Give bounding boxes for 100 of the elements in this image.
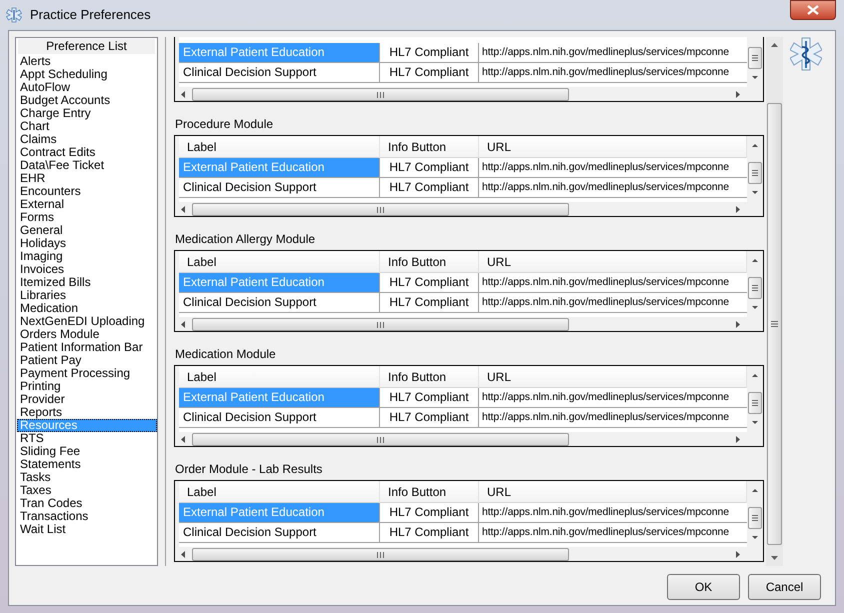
list-item[interactable]: Alerts xyxy=(17,55,157,68)
scroll-thumb[interactable] xyxy=(767,103,782,545)
list-item[interactable]: Sliding Fee xyxy=(17,445,157,458)
list-item[interactable]: External xyxy=(17,198,157,211)
list-item[interactable]: Budget Accounts xyxy=(17,94,157,107)
column-header[interactable]: Info Button xyxy=(380,481,479,503)
scroll-left-icon xyxy=(181,321,185,328)
grip-icon xyxy=(377,206,384,212)
list-item[interactable]: Libraries xyxy=(17,289,157,302)
list-item[interactable]: AutoFlow xyxy=(17,81,157,94)
list-heading: Preference List xyxy=(18,39,155,54)
list-item[interactable]: Tasks xyxy=(17,471,157,484)
list-item[interactable]: Printing xyxy=(17,380,157,393)
table-cell: HL7 Compliant xyxy=(380,408,479,427)
list-item[interactable]: Provider xyxy=(17,393,157,406)
dialog-button[interactable]: OK xyxy=(667,574,740,600)
dialog-button[interactable]: Cancel xyxy=(748,574,821,600)
list-item[interactable]: Orders Module xyxy=(17,328,157,341)
list-item[interactable]: Taxes xyxy=(17,484,157,497)
scroll-down-icon xyxy=(752,421,758,424)
table-cell: HL7 Compliant xyxy=(380,388,479,407)
list-item[interactable]: Data\Fee Ticket xyxy=(17,159,157,172)
scroll-down-icon xyxy=(752,76,758,79)
table-cell[interactable]: Clinical Decision Support xyxy=(179,63,380,82)
close-icon xyxy=(807,5,819,15)
list-item[interactable]: Tran Codes xyxy=(17,497,157,510)
scroll-thumb[interactable] xyxy=(748,392,762,414)
window-title: Practice Preferences xyxy=(30,6,151,24)
grip-icon xyxy=(752,170,758,176)
scroll-right-icon xyxy=(736,436,740,443)
scroll-thumb[interactable] xyxy=(748,162,762,184)
scroll-thumb[interactable] xyxy=(748,277,762,299)
scroll-down-icon xyxy=(752,191,758,194)
list-item[interactable]: Statements xyxy=(17,458,157,471)
list-item[interactable]: Itemized Bills xyxy=(17,276,157,289)
scroll-left-icon xyxy=(181,551,185,558)
list-item[interactable]: General xyxy=(17,224,157,237)
table-cell[interactable]: Clinical Decision Support xyxy=(179,178,380,197)
list-item[interactable]: EHR xyxy=(17,172,157,185)
column-header[interactable]: Info Button xyxy=(380,136,479,158)
scroll-left-icon xyxy=(181,206,185,213)
list-item[interactable]: Invoices xyxy=(17,263,157,276)
scroll-thumb[interactable] xyxy=(192,318,569,331)
list-item[interactable]: Imaging xyxy=(17,250,157,263)
grip-icon xyxy=(377,322,384,328)
scroll-left-icon xyxy=(181,436,185,443)
section-title: Medication Allergy Module xyxy=(175,230,316,248)
scroll-thumb[interactable] xyxy=(192,203,569,216)
scroll-thumb[interactable] xyxy=(192,548,569,561)
table-cell: HL7 Compliant xyxy=(380,503,479,522)
table-cell: HL7 Compliant xyxy=(380,63,479,82)
scroll-right-icon xyxy=(736,91,740,98)
list-item[interactable]: Charge Entry xyxy=(17,107,157,120)
scroll-right-icon xyxy=(736,206,740,213)
list-item[interactable]: Claims xyxy=(17,133,157,146)
section-title: Medication Module xyxy=(175,346,276,362)
scroll-thumb[interactable] xyxy=(748,507,762,529)
scroll-up-icon xyxy=(752,259,758,262)
scroll-down-icon xyxy=(752,306,758,309)
table-cell[interactable]: Clinical Decision Support xyxy=(179,523,380,542)
grip-icon xyxy=(377,436,384,442)
table-cell[interactable]: Clinical Decision Support xyxy=(179,293,380,312)
table-cell-text: http://apps.nlm.nih.gov/medlineplus/services/mpconne xyxy=(481,525,730,540)
column-header[interactable]: Info Button xyxy=(380,251,479,273)
table-cell: HL7 Compliant xyxy=(380,523,479,542)
grip-icon xyxy=(377,92,384,98)
table-cell-text: http://apps.nlm.nih.gov/medlineplus/services/mpconne xyxy=(481,180,730,195)
list-item[interactable]: RTS xyxy=(17,432,157,445)
grip-icon xyxy=(752,515,758,521)
list-item[interactable]: Contract Edits xyxy=(17,146,157,159)
list-item[interactable]: NextGenEDI Uploading xyxy=(17,315,157,328)
scroll-thumb[interactable] xyxy=(192,88,569,101)
list-item[interactable]: Appt Scheduling xyxy=(17,68,157,81)
grip-icon xyxy=(377,552,384,558)
list-item[interactable]: Encounters xyxy=(17,185,157,198)
section-title: Procedure Module xyxy=(175,116,274,132)
table-cell: HL7 Compliant xyxy=(380,43,479,62)
list-item[interactable]: Wait List xyxy=(17,523,157,536)
column-header[interactable]: Info Button xyxy=(380,366,479,388)
list-item[interactable]: Medication xyxy=(17,302,157,315)
scroll-up-icon xyxy=(752,489,758,492)
list-item[interactable]: Reports xyxy=(17,406,157,419)
scroll-right-icon xyxy=(736,321,740,328)
list-item[interactable]: Holidays xyxy=(17,237,157,250)
table-cell-text: http://apps.nlm.nih.gov/medlineplus/services/mpconne xyxy=(481,45,730,60)
list-item[interactable]: Chart xyxy=(17,120,157,133)
list-item[interactable]: Payment Processing xyxy=(17,367,157,380)
list-item[interactable]: Forms xyxy=(17,211,157,224)
scroll-thumb[interactable] xyxy=(748,47,762,69)
table-cell-text: http://apps.nlm.nih.gov/medlineplus/services/mpconne xyxy=(481,275,730,290)
star-of-life-icon xyxy=(790,37,822,71)
close-button[interactable] xyxy=(790,0,836,20)
grip-icon xyxy=(752,400,758,406)
list-item[interactable]: Transactions xyxy=(17,510,157,523)
vertical-scrollbar[interactable] xyxy=(766,37,783,566)
table-cell-text: http://apps.nlm.nih.gov/medlineplus/services/mpconne xyxy=(481,390,730,405)
table-cell[interactable]: Clinical Decision Support xyxy=(179,408,380,427)
list-item[interactable]: Patient Pay xyxy=(17,354,157,367)
list-item[interactable]: Patient Information Bar xyxy=(17,341,157,354)
scroll-thumb[interactable] xyxy=(192,433,569,446)
